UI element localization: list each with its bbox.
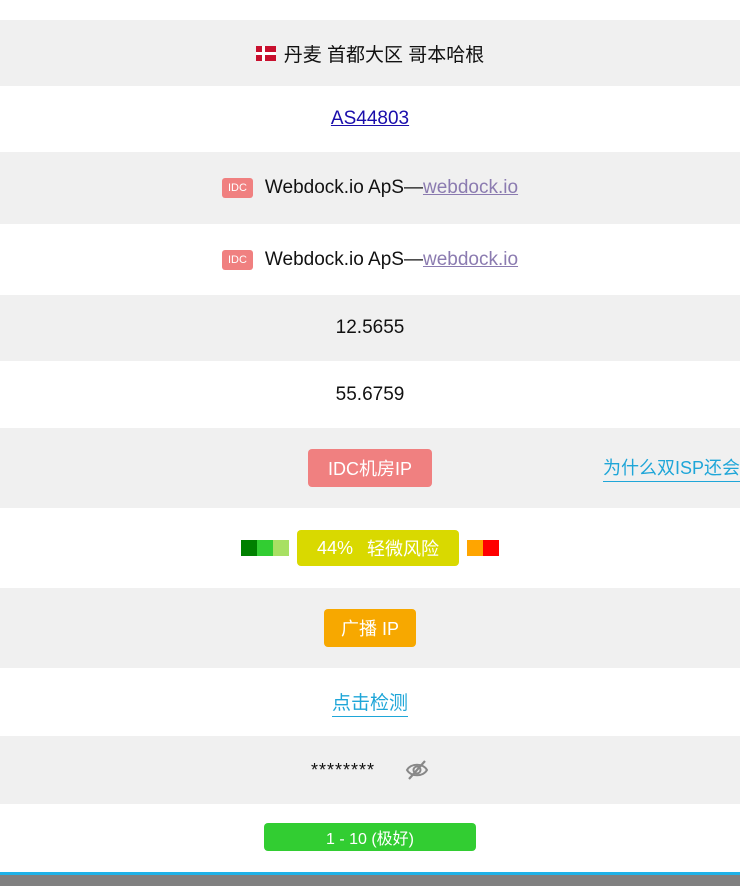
risk-seg-3	[272, 540, 289, 556]
asn-link[interactable]: AS44803	[331, 108, 409, 130]
org-name: Webdock.io ApS—	[264, 248, 423, 270]
risk-seg-2	[256, 540, 273, 556]
broadcast-row: 广播 IP	[0, 588, 740, 668]
risk-seg-5	[483, 540, 500, 556]
asn-row: AS44803	[0, 86, 740, 152]
eye-slash-icon[interactable]	[405, 759, 429, 781]
isp-row: IDC Webdock.io ApS— webdock.io	[0, 152, 740, 224]
bottom-scroll-bar	[0, 872, 740, 886]
masked-password: ********	[310, 759, 376, 780]
denmark-flag-icon	[255, 45, 276, 61]
risk-label: 轻微风险	[367, 539, 440, 559]
longitude-value: 12.5655	[335, 317, 405, 338]
longitude-row: 12.5655	[0, 295, 740, 361]
risk-percent: 44%	[316, 537, 354, 558]
password-row: ********	[0, 736, 740, 804]
rating-badge: 1 - 10 (极好)	[264, 823, 476, 851]
risk-row: 44% 轻微风险	[0, 508, 740, 588]
risk-badge: 44% 轻微风险	[296, 530, 460, 566]
latitude-value: 55.6759	[335, 383, 405, 405]
risk-scale-high	[467, 540, 500, 556]
location-row: 丹麦 首都大区 哥本哈根	[0, 20, 740, 86]
isp-name: Webdock.io ApS—	[264, 177, 423, 198]
isp-domain-link[interactable]: webdock.io	[423, 177, 518, 199]
rating-row: 1 - 10 (极好)	[0, 804, 740, 870]
usage-type-row: IDC机房IP 为什么双ISP还会	[0, 428, 740, 508]
native-check-row: 点击检测	[0, 668, 740, 736]
risk-seg-4	[467, 540, 484, 556]
broadcast-ip-tag: 广播 IP	[323, 609, 416, 647]
org-domain-link[interactable]: webdock.io	[423, 249, 518, 271]
latitude-row: 55.6759	[0, 361, 740, 428]
idc-badge: IDC	[221, 178, 253, 198]
risk-seg-1	[240, 540, 257, 556]
idc-badge: IDC	[221, 249, 253, 270]
click-check-link[interactable]: 点击检测	[331, 688, 408, 717]
org-row: IDC Webdock.io ApS— webdock.io	[0, 224, 740, 295]
why-dual-isp-link[interactable]: 为什么双ISP还会	[603, 454, 740, 482]
risk-scale-low	[240, 540, 289, 556]
location-text: 丹麦 首都大区 哥本哈根	[283, 44, 485, 66]
idc-ip-tag: IDC机房IP	[307, 449, 432, 487]
